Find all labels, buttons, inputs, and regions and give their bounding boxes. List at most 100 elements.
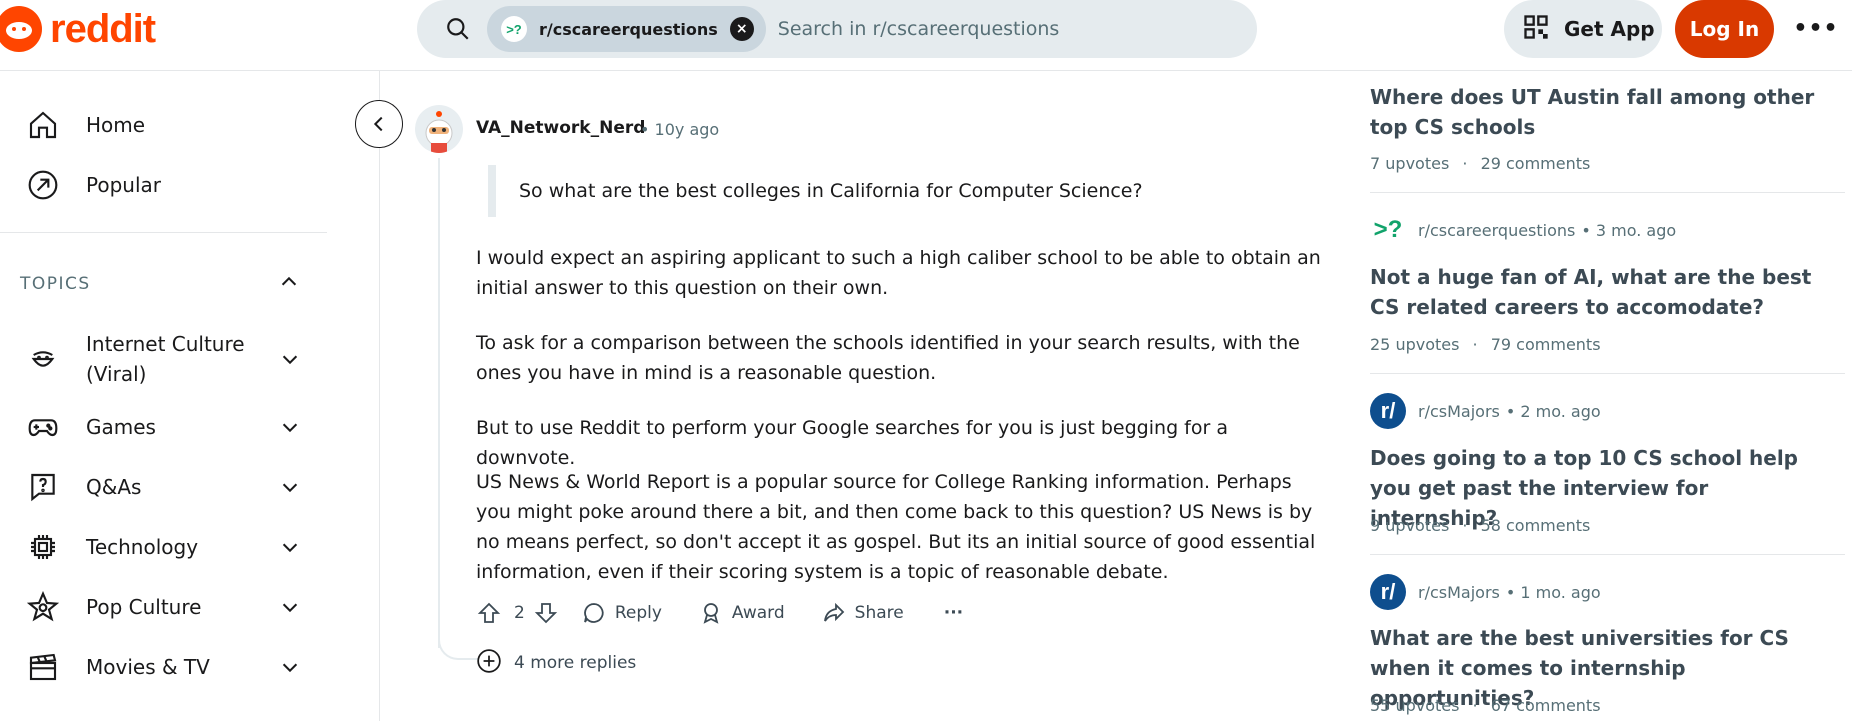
related-post-meta: 7 upvotes · 29 comments	[1370, 154, 1590, 173]
comment-count: 58 comments	[1480, 516, 1591, 535]
topic-qas[interactable]: Q&As	[26, 470, 302, 504]
more-replies-button[interactable]: 4 more replies	[476, 648, 636, 678]
avatar[interactable]	[415, 105, 463, 153]
related-post-subreddit[interactable]: r/ r/csMajors • 2 mo. ago	[1370, 393, 1601, 429]
upvote-icon	[476, 600, 502, 626]
question-icon	[26, 470, 60, 504]
topics-header[interactable]: TOPICS	[20, 269, 300, 299]
chip-label: r/cscareerquestions	[539, 19, 718, 39]
comment-paragraph: To ask for a comparison between the scho…	[476, 332, 1300, 384]
smile-icon	[26, 342, 60, 376]
upvote-button[interactable]	[476, 600, 502, 626]
rail-divider	[1370, 554, 1845, 555]
meta-separator: ·	[1472, 335, 1478, 354]
chevron-down-icon	[278, 347, 302, 371]
award-icon	[698, 600, 724, 626]
login-button[interactable]: Log In	[1675, 0, 1774, 58]
topic-label: Movies & TV	[86, 655, 210, 679]
meta-separator: ·	[1462, 516, 1468, 535]
post-age: • 1 mo. ago	[1505, 582, 1601, 602]
subreddit-icon: >?	[1373, 216, 1403, 243]
qr-code-icon	[1522, 13, 1550, 45]
quoted-text: So what are the best colleges in Califor…	[519, 180, 1143, 202]
popular-icon	[26, 168, 60, 202]
topic-label: Internet Culture (Viral)	[86, 332, 245, 386]
thread-connector	[438, 620, 478, 660]
chevron-down-icon	[278, 475, 302, 499]
topic-movies-tv[interactable]: Movies & TV	[26, 650, 302, 684]
topic-label: Technology	[86, 535, 199, 559]
comment-paragraph: But to use Reddit to perform your Google…	[476, 417, 1228, 469]
back-button[interactable]	[355, 100, 403, 148]
downvote-button[interactable]	[533, 600, 559, 626]
search-bar[interactable]: >? r/cscareerquestions ×	[417, 0, 1257, 58]
related-post-meta: 55 upvotes · 67 comments	[1370, 696, 1601, 715]
chevron-down-icon	[278, 655, 302, 679]
rail-divider	[1370, 373, 1845, 374]
topic-internet-culture[interactable]: Internet Culture (Viral)	[26, 329, 302, 389]
topic-label: Games	[86, 415, 156, 439]
chevron-down-icon	[278, 595, 302, 619]
more-options-icon[interactable]: •••	[1793, 12, 1837, 44]
search-input[interactable]	[777, 18, 1238, 40]
topics-label: TOPICS	[20, 274, 91, 294]
sidebar-item-label: Popular	[86, 173, 161, 197]
reddit-logo[interactable]: reddit	[0, 2, 156, 56]
award-label: Award	[731, 603, 785, 623]
logo-text: reddit	[50, 6, 156, 51]
reddit-snoo-icon	[0, 6, 42, 52]
vote-score: 2	[514, 603, 525, 623]
chevron-down-icon	[278, 535, 302, 559]
comment-author[interactable]: VA_Network_Nerd	[476, 118, 645, 138]
meta-separator: ·	[1472, 696, 1478, 715]
share-icon	[821, 600, 847, 626]
sidebar-item-popular[interactable]: Popular	[26, 165, 161, 205]
subreddit-name: r/csMajors	[1418, 582, 1500, 602]
comment-action-bar: 2 Reply Award Share ···	[476, 598, 963, 628]
upvote-count: 55 upvotes	[1370, 696, 1460, 715]
more-actions-icon[interactable]: ···	[944, 603, 963, 623]
related-post-title[interactable]: Where does UT Austin fall among other to…	[1370, 82, 1830, 142]
comment-paragraph: I would expect an aspiring applicant to …	[476, 247, 1321, 299]
share-button[interactable]: Share	[821, 600, 904, 626]
topic-games[interactable]: Games	[26, 410, 302, 444]
reply-label: Reply	[614, 603, 662, 623]
related-post-meta: 25 upvotes · 79 comments	[1370, 335, 1601, 354]
subreddit-name: r/cscareerquestions	[1418, 220, 1576, 240]
subreddit-icon: >?	[501, 16, 527, 42]
comment-count: 79 comments	[1490, 335, 1601, 354]
star-icon	[26, 590, 60, 624]
topic-label: Q&As	[86, 475, 142, 499]
reply-button[interactable]: Reply	[581, 600, 662, 626]
award-button[interactable]: Award	[698, 600, 785, 626]
chevron-up-icon	[278, 271, 300, 297]
comment-timestamp: • 10y ago	[640, 120, 720, 139]
thread-line[interactable]	[438, 158, 440, 648]
share-label: Share	[854, 603, 904, 623]
upvote-count: 9 upvotes	[1370, 516, 1450, 535]
sidebar-item-label: Home	[86, 113, 146, 137]
top-header: reddit >? r/cscareerquestions × Get App …	[0, 0, 1852, 71]
comment-bubble-icon	[581, 600, 607, 626]
plus-circle-icon	[476, 648, 502, 678]
topic-pop-culture[interactable]: Pop Culture	[26, 590, 302, 624]
search-icon	[429, 0, 487, 58]
get-app-button[interactable]: Get App	[1504, 0, 1662, 58]
chip-icon	[26, 530, 60, 564]
clear-chip-icon[interactable]: ×	[729, 17, 754, 41]
get-app-label: Get App	[1564, 17, 1655, 41]
related-post-subreddit[interactable]: r/ r/csMajors • 1 mo. ago	[1370, 574, 1601, 610]
gamepad-icon	[26, 410, 60, 444]
related-post-subreddit[interactable]: >? r/cscareerquestions • 3 mo. ago	[1370, 212, 1677, 248]
comment-count: 67 comments	[1490, 696, 1601, 715]
sidebar-item-home[interactable]: Home	[26, 105, 145, 145]
topic-technology[interactable]: Technology	[26, 530, 302, 564]
left-sidebar: Home Popular TOPICS Internet Culture (Vi…	[0, 71, 380, 721]
clapperboard-icon	[26, 650, 60, 684]
chevron-down-icon	[278, 415, 302, 439]
chevron-left-icon	[373, 116, 383, 132]
related-post-title[interactable]: Not a huge fan of AI, what are the best …	[1370, 262, 1830, 322]
upvote-count: 25 upvotes	[1370, 335, 1460, 354]
subreddit-search-chip[interactable]: >? r/cscareerquestions ×	[487, 6, 766, 52]
more-replies-label: 4 more replies	[514, 653, 637, 673]
